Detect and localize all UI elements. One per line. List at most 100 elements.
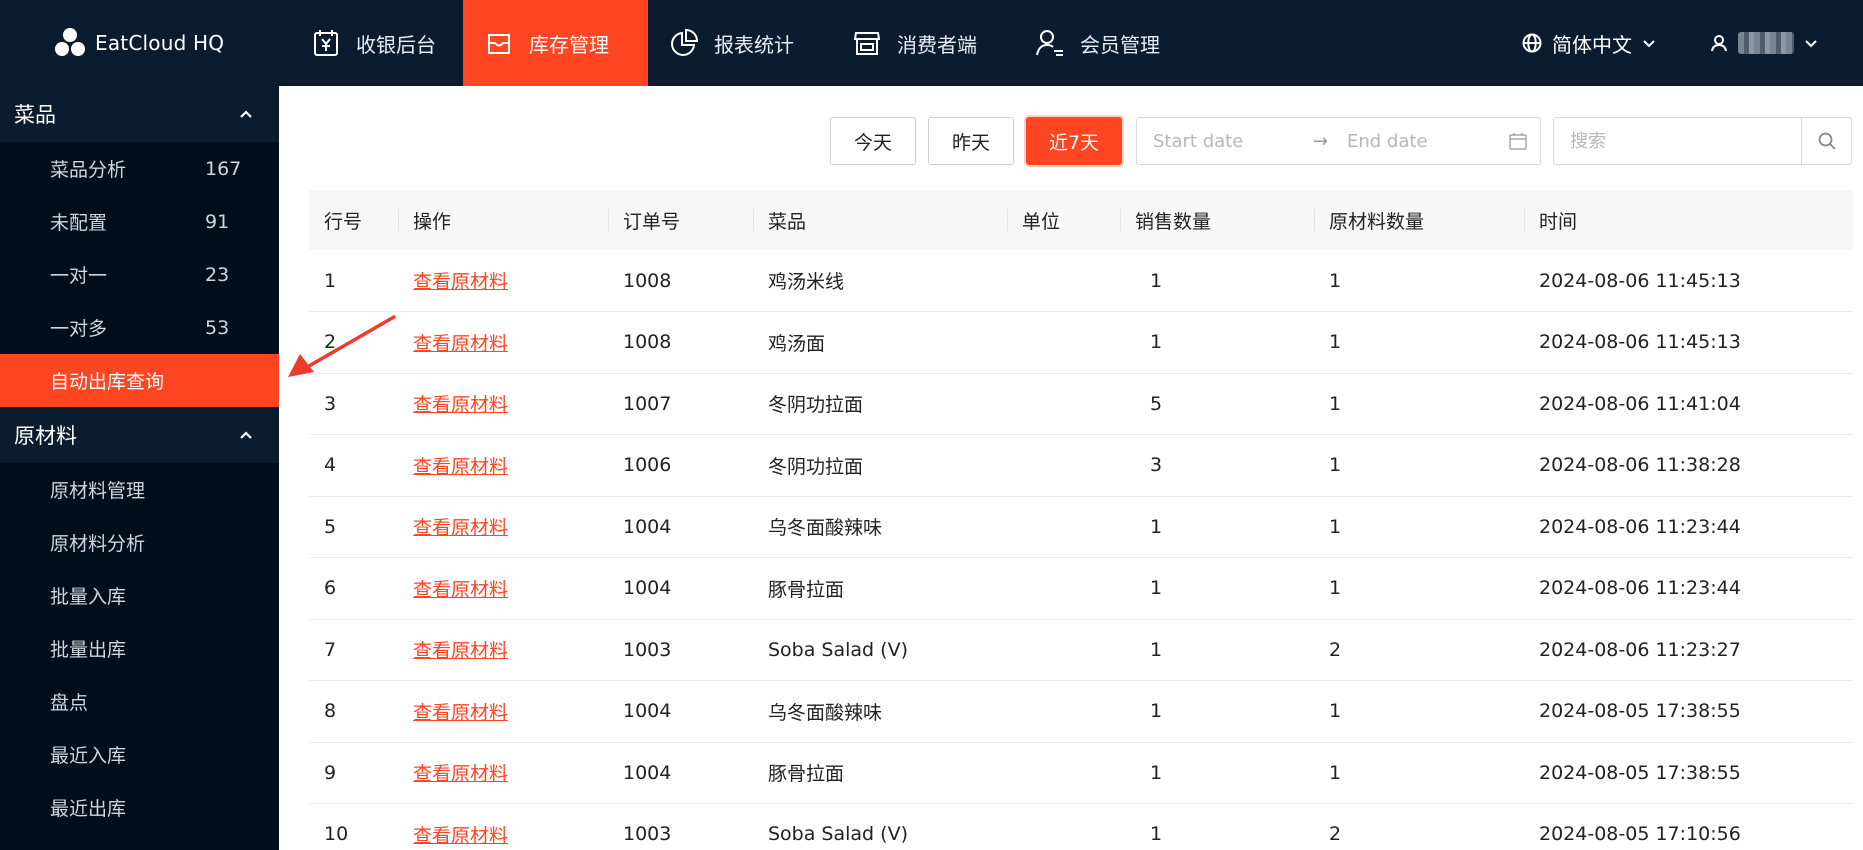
sales-quantity: 1 bbox=[1120, 680, 1314, 743]
view-materials-link[interactable]: 查看原材料 bbox=[413, 271, 508, 293]
order-number: 1006 bbox=[608, 434, 753, 497]
sidebar-item-batch-outbound[interactable]: 批量出库 bbox=[0, 622, 279, 675]
view-materials-link[interactable]: 查看原材料 bbox=[413, 825, 508, 847]
date-range-picker[interactable]: Start date → End date bbox=[1136, 117, 1541, 165]
arrow-right-icon: → bbox=[1313, 130, 1329, 152]
material-quantity: 1 bbox=[1314, 311, 1524, 374]
view-materials-link[interactable]: 查看原材料 bbox=[413, 333, 508, 355]
view-materials-link[interactable]: 查看原材料 bbox=[413, 579, 508, 601]
store-icon bbox=[853, 32, 881, 55]
sales-quantity: 3 bbox=[1120, 434, 1314, 497]
sidebar-item-recent-inbound[interactable]: 最近入库 bbox=[0, 728, 279, 781]
sidebar-item-count: 23 bbox=[205, 263, 230, 286]
order-number: 1004 bbox=[608, 496, 753, 558]
sidebar-item-one-to-one[interactable]: 一对一 23 bbox=[0, 248, 279, 301]
sidebar-item-one-to-many[interactable]: 一对多 53 bbox=[0, 301, 279, 354]
sidebar-item-unconfigured[interactable]: 未配置 91 bbox=[0, 195, 279, 248]
start-date-placeholder[interactable]: Start date bbox=[1153, 131, 1243, 152]
timestamp: 2024-08-06 11:38:28 bbox=[1524, 434, 1853, 497]
unit bbox=[1007, 619, 1120, 681]
sidebar-group-title: 原材料 bbox=[14, 424, 77, 448]
chevron-down-icon bbox=[1805, 40, 1817, 48]
row-number: 10 bbox=[309, 803, 398, 850]
inventory-icon bbox=[488, 34, 510, 54]
nav-item-reports[interactable]: 报表统计 bbox=[648, 0, 831, 86]
material-quantity: 2 bbox=[1314, 803, 1524, 850]
sidebar-item-label: 批量出库 bbox=[50, 639, 127, 661]
search-button[interactable] bbox=[1801, 118, 1851, 164]
view-materials-link[interactable]: 查看原材料 bbox=[413, 702, 508, 724]
member-icon bbox=[1036, 30, 1063, 56]
search-input[interactable] bbox=[1554, 118, 1802, 164]
sales-quantity: 5 bbox=[1120, 373, 1314, 435]
search-icon bbox=[1818, 132, 1836, 150]
view-materials-link[interactable]: 查看原材料 bbox=[413, 763, 508, 785]
table-row: 2 查看原材料 1008 鸡汤面 1 1 2024-08-06 11:45:13 bbox=[309, 311, 1853, 374]
end-date-placeholder[interactable]: End date bbox=[1347, 131, 1428, 152]
main-nav: 收银后台 库存管理 报表统计 消费者端 会员管理 bbox=[290, 0, 1204, 86]
sidebar-item-material-analysis[interactable]: 原材料分析 bbox=[0, 516, 279, 569]
sidebar-item-auto-outbound-query[interactable]: 自动出库查询 bbox=[0, 354, 279, 407]
timestamp: 2024-08-05 17:10:56 bbox=[1524, 803, 1853, 850]
sidebar-group-materials[interactable]: 原材料 bbox=[0, 407, 279, 463]
sidebar-item-label: 盘点 bbox=[50, 692, 89, 714]
nav-item-inventory[interactable]: 库存管理 bbox=[463, 0, 648, 86]
table-row: 8 查看原材料 1004 乌冬面酸辣味 1 1 2024-08-05 17:38… bbox=[309, 680, 1853, 743]
material-quantity: 1 bbox=[1314, 434, 1524, 497]
outbound-table: 行号 操作 订单号 菜品 单位 销售数量 原材料数量 时间 1 查看原材料 10… bbox=[309, 190, 1853, 850]
timestamp: 2024-08-06 11:45:13 bbox=[1524, 311, 1853, 374]
annotation-arrow-icon bbox=[288, 315, 396, 377]
unit bbox=[1007, 250, 1120, 312]
sidebar-item-label: 最近出库 bbox=[50, 798, 127, 820]
column-header: 时间 bbox=[1524, 190, 1853, 250]
user-icon bbox=[1711, 35, 1727, 52]
material-quantity: 1 bbox=[1314, 742, 1524, 804]
sidebar-item-label: 原材料管理 bbox=[50, 480, 146, 502]
view-materials-link[interactable]: 查看原材料 bbox=[413, 456, 508, 478]
sidebar-group-dishes[interactable]: 菜品 bbox=[0, 86, 279, 142]
sidebar-item-dish-analysis[interactable]: 菜品分析 167 bbox=[0, 142, 279, 195]
sales-quantity: 1 bbox=[1120, 311, 1314, 374]
nav-item-members[interactable]: 会员管理 bbox=[1014, 0, 1204, 86]
material-quantity: 1 bbox=[1314, 557, 1524, 620]
language-selector[interactable]: 简体中文 bbox=[1522, 0, 1656, 86]
chevron-up-icon bbox=[240, 110, 252, 118]
view-materials-link[interactable]: 查看原材料 bbox=[413, 517, 508, 539]
view-materials-link[interactable]: 查看原材料 bbox=[413, 394, 508, 416]
column-header: 单位 bbox=[1007, 190, 1120, 250]
table-row: 7 查看原材料 1003 Soba Salad (V) 1 2 2024-08-… bbox=[309, 619, 1853, 681]
yesterday-button[interactable]: 昨天 bbox=[928, 117, 1014, 165]
table-row: 6 查看原材料 1004 豚骨拉面 1 1 2024-08-06 11:23:4… bbox=[309, 557, 1853, 620]
column-header: 操作 bbox=[398, 190, 608, 250]
view-materials-link[interactable]: 查看原材料 bbox=[413, 640, 508, 662]
nav-item-label: 会员管理 bbox=[1080, 32, 1160, 57]
sales-quantity: 1 bbox=[1120, 742, 1314, 804]
language-label: 简体中文 bbox=[1552, 32, 1632, 57]
order-number: 1004 bbox=[608, 742, 753, 804]
sales-quantity: 1 bbox=[1120, 250, 1314, 312]
row-number: 7 bbox=[309, 619, 398, 681]
sidebar-item-label: 原材料分析 bbox=[50, 533, 146, 555]
sidebar-item-material-management[interactable]: 原材料管理 bbox=[0, 463, 279, 516]
nav-item-label: 收银后台 bbox=[356, 32, 436, 57]
nav-item-cashier[interactable]: 收银后台 bbox=[290, 0, 463, 86]
sidebar-item-count: 91 bbox=[205, 210, 230, 233]
last-7-days-button[interactable]: 近7天 bbox=[1026, 117, 1122, 165]
table-row: 4 查看原材料 1006 冬阴功拉面 3 1 2024-08-06 11:38:… bbox=[309, 434, 1853, 497]
material-quantity: 1 bbox=[1314, 373, 1524, 435]
order-number: 1003 bbox=[608, 619, 753, 681]
app-logo[interactable]: EatCloud HQ bbox=[55, 0, 224, 86]
timestamp: 2024-08-06 11:23:27 bbox=[1524, 619, 1853, 681]
today-button[interactable]: 今天 bbox=[830, 117, 916, 165]
row-number: 6 bbox=[309, 557, 398, 620]
unit bbox=[1007, 680, 1120, 743]
sidebar-item-batch-inbound[interactable]: 批量入库 bbox=[0, 569, 279, 622]
sidebar-item-stocktake[interactable]: 盘点 bbox=[0, 675, 279, 728]
sidebar-item-recent-outbound[interactable]: 最近出库 bbox=[0, 781, 279, 834]
globe-icon bbox=[1522, 33, 1542, 53]
user-menu[interactable] bbox=[1710, 0, 1818, 86]
table-row: 1 查看原材料 1008 鸡汤米线 1 1 2024-08-06 11:45:1… bbox=[309, 250, 1853, 312]
order-number: 1008 bbox=[608, 311, 753, 374]
dish-name: 冬阴功拉面 bbox=[753, 434, 1007, 497]
nav-item-consumer[interactable]: 消费者端 bbox=[831, 0, 1014, 86]
